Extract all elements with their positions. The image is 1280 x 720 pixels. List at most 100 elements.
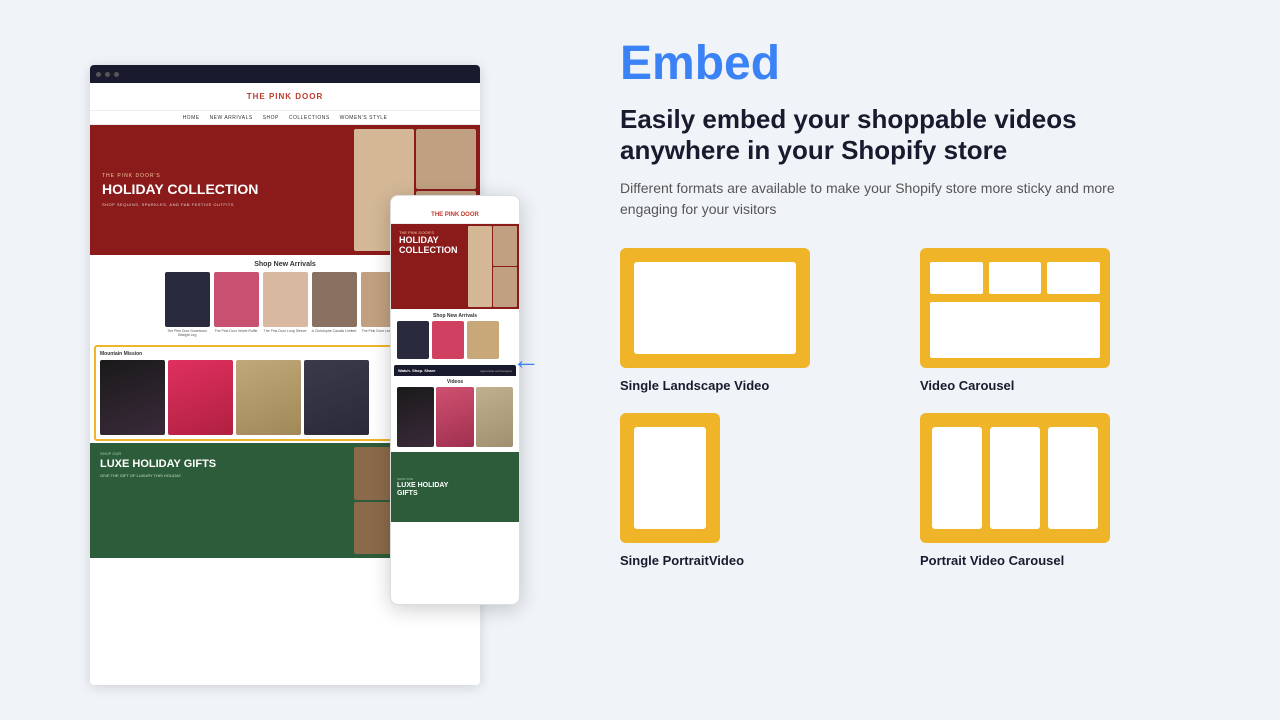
product-name: The Pink Door Downtown Straight Leg <box>165 329 210 337</box>
product-image <box>214 272 259 327</box>
product-name: The Pink Door Long Sleeve <box>264 329 307 333</box>
mobile-products-row <box>391 321 519 363</box>
mobile-hero-title: HOLIDAY COLLECTION <box>399 236 458 256</box>
format-label-portrait-carousel: Portrait Video Carousel <box>920 553 1064 568</box>
product-item: The Pink Door Velvet Ruffle <box>214 272 259 337</box>
right-panel: Embed Easily embed your shoppable videos… <box>570 0 1280 720</box>
nav-item: COLLECTIONS <box>289 115 330 121</box>
bottom-subtitle: Shop Our <box>100 451 340 456</box>
mobile-section-title: Shop New Arrivals <box>391 309 519 321</box>
store-header: THE PINK DOOR <box>90 83 480 111</box>
product-image <box>165 272 210 327</box>
mobile-hero-images <box>466 224 520 309</box>
hero-image-2 <box>416 129 476 189</box>
format-card-landscape: Single Landscape Video <box>620 248 880 393</box>
mobile-browser-mockup: THE PINK DOOR The Pink Door's HOLIDAY CO… <box>390 195 520 605</box>
mobile-status-bar <box>391 196 519 206</box>
mobile-product-3 <box>467 321 499 359</box>
carousel-top-row <box>930 262 1100 294</box>
mobile-product-2 <box>432 321 464 359</box>
mobile-product-img-3 <box>467 321 499 359</box>
browser-dot-3 <box>114 72 119 77</box>
hero-desc: SHOP SEQUINS, SPARKLES, AND FAB FESTIVE … <box>102 202 338 207</box>
watch-shop-text: Watch. Shop. Share <box>398 368 435 373</box>
carousel-bottom-cell <box>930 302 1100 358</box>
mockup-container: THE PINK DOOR HOME NEW ARRIVALS SHOP COL… <box>80 35 490 685</box>
store-logo: THE PINK DOOR <box>247 92 324 101</box>
product-image <box>312 272 357 327</box>
formats-grid: Single Landscape Video Video Carousel Si… <box>620 248 1180 568</box>
bottom-title: LUXE HOLIDAY GIFTS <box>100 458 340 470</box>
landscape-single-icon <box>620 248 810 368</box>
embed-description: Different formats are available to make … <box>620 178 1160 220</box>
mobile-bottom-images <box>464 485 519 490</box>
portrait-carousel-cell-3 <box>1048 427 1098 529</box>
mobile-product-1 <box>397 321 429 359</box>
portrait-icon-inner <box>634 427 706 529</box>
mobile-hero-img-3 <box>493 267 517 307</box>
portrait-carousel-cell-1 <box>932 427 982 529</box>
format-label-landscape: Single Landscape Video <box>620 378 769 393</box>
watch-shop-bar: Watch. Shop. Share approciate technologi… <box>394 365 516 376</box>
videos-label: Videos <box>394 376 516 387</box>
mobile-hero-banner: The Pink Door's HOLIDAY COLLECTION <box>391 224 519 309</box>
product-image <box>263 272 308 327</box>
mobile-bottom-subtitle: Shop Our <box>397 477 458 481</box>
landscape-icon-inner <box>634 262 796 354</box>
portrait-carousel-icon <box>920 413 1110 543</box>
carousel-cell-3 <box>1047 262 1100 294</box>
format-card-portrait-carousel: Portrait Video Carousel <box>920 413 1180 568</box>
nav-item: HOME <box>183 115 200 121</box>
mobile-logo: THE PINK DOOR <box>431 212 479 218</box>
format-label-carousel: Video Carousel <box>920 378 1014 393</box>
left-panel: THE PINK DOOR HOME NEW ARRIVALS SHOP COL… <box>0 0 570 720</box>
mobile-video-thumb-1 <box>397 387 434 447</box>
bottom-text: Shop Our LUXE HOLIDAY GIFTS GIVE THE GIF… <box>90 443 350 558</box>
bottom-cta: GIVE THE GIFT OF LUXURY THIS HOLIDAY <box>100 473 340 478</box>
mobile-video-thumb-3 <box>476 387 513 447</box>
hero-text-area: The Pink Door's HOLIDAY COLLECTION SHOP … <box>90 125 350 255</box>
store-nav: HOME NEW ARRIVALS SHOP COLLECTIONS WOMEN… <box>90 111 480 125</box>
product-item: The Pink Door Long Sleeve <box>263 272 308 337</box>
browser-dot-2 <box>105 72 110 77</box>
portrait-single-icon <box>620 413 720 543</box>
mobile-hero-img-2 <box>493 226 517 266</box>
format-card-portrait: Single PortraitVideo <box>620 413 880 568</box>
product-item: The Pink Door Downtown Straight Leg <box>165 272 210 337</box>
browser-dot-1 <box>96 72 101 77</box>
hero-subtitle: The Pink Door's <box>102 173 338 179</box>
mobile-hero-img-1 <box>468 226 492 307</box>
watch-shop-subtitle: approciate technologies <box>480 369 512 373</box>
video-thumb-1 <box>100 360 165 435</box>
mobile-bottom-text: Shop Our LUXE HOLIDAY GIFTS <box>391 472 464 502</box>
mobile-hero-text: The Pink Door's HOLIDAY COLLECTION <box>391 224 466 309</box>
mobile-bottom-title: LUXE HOLIDAY GIFTS <box>397 482 458 497</box>
carousel-cell-2 <box>989 262 1042 294</box>
mobile-product-img-2 <box>432 321 464 359</box>
format-label-portrait: Single PortraitVideo <box>620 553 744 568</box>
product-name: The Pink Door Velvet Ruffle <box>215 329 258 333</box>
nav-item: WOMEN'S STYLE <box>340 115 388 121</box>
nav-item: NEW ARRIVALS <box>210 115 253 121</box>
format-card-carousel: Video Carousel <box>920 248 1180 393</box>
hero-title: HOLIDAY COLLECTION <box>102 182 338 197</box>
mobile-video-thumb-2 <box>436 387 473 447</box>
mobile-bottom-banner: Shop Our LUXE HOLIDAY GIFTS <box>391 452 519 522</box>
embed-title: Embed <box>620 40 1230 88</box>
video-thumb-4 <box>304 360 369 435</box>
arrow-indicator: ← <box>512 344 540 376</box>
video-carousel-icon <box>920 248 1110 368</box>
mobile-nav-bar: THE PINK DOOR <box>391 206 519 224</box>
video-thumb-2 <box>168 360 233 435</box>
browser-bar <box>90 65 480 83</box>
product-item: A Christophe Cazalis Limited <box>312 272 357 337</box>
carousel-cell-1 <box>930 262 983 294</box>
product-name: A Christophe Cazalis Limited <box>312 329 357 333</box>
embed-headline: Easily embed your shoppable videos anywh… <box>620 104 1180 166</box>
mobile-product-img-1 <box>397 321 429 359</box>
video-thumb-3 <box>236 360 301 435</box>
nav-item: SHOP <box>263 115 279 121</box>
portrait-carousel-cell-2 <box>990 427 1040 529</box>
mobile-videos-section: Watch. Shop. Share approciate technologi… <box>394 365 516 450</box>
mobile-video-thumbs <box>394 387 516 450</box>
